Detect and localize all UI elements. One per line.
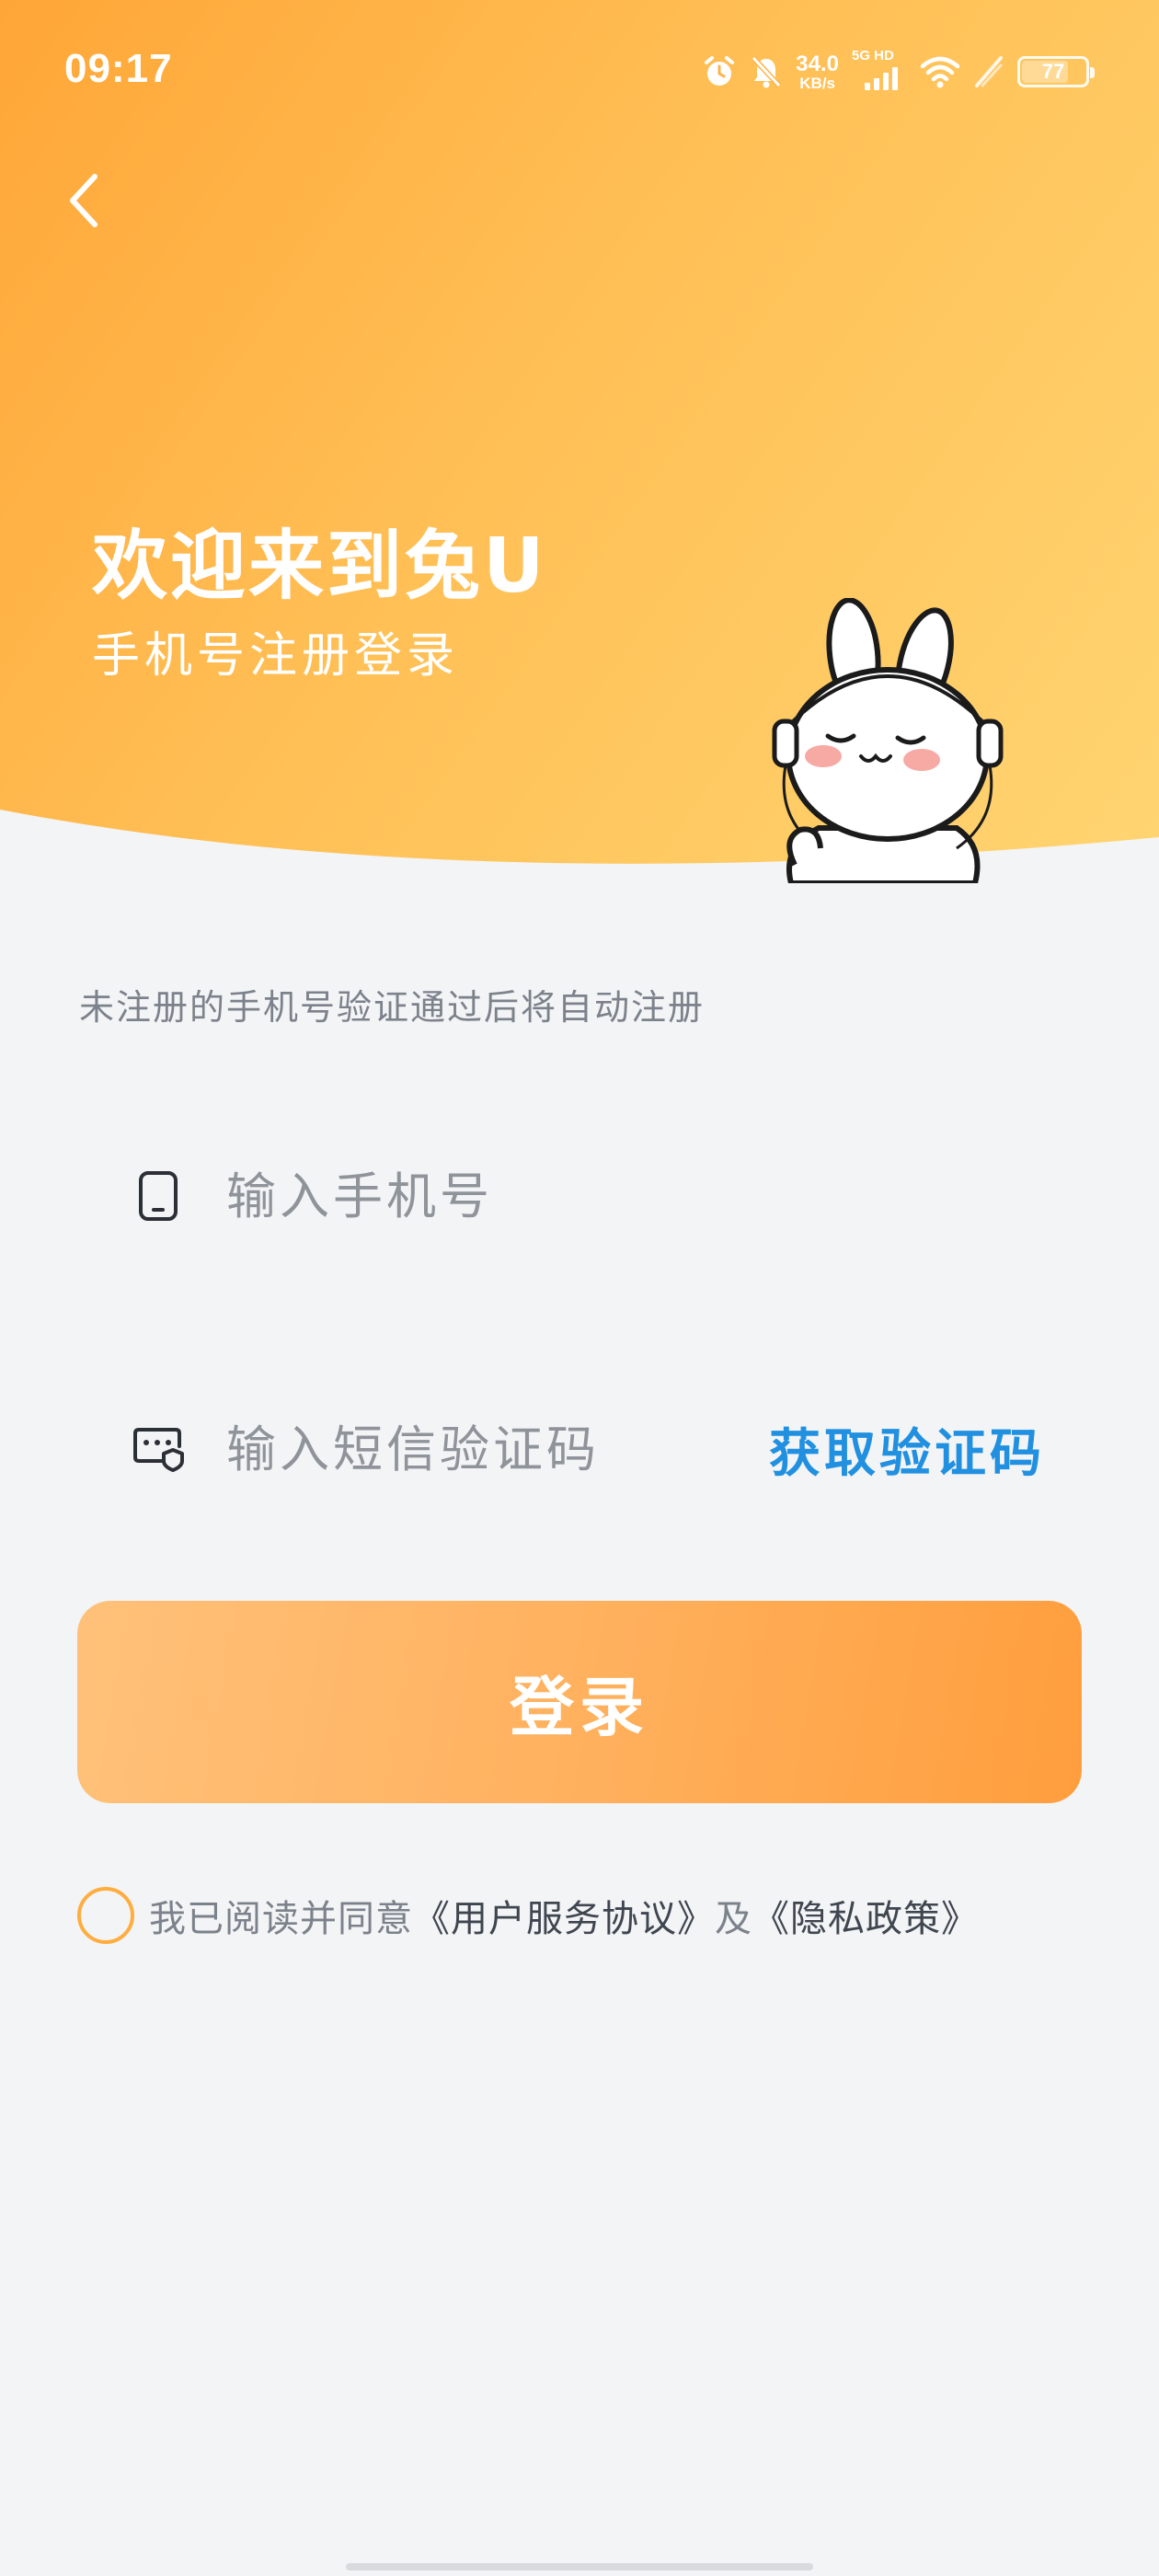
status-time: 09:17: [64, 46, 173, 91]
sms-code-input[interactable]: [226, 1408, 741, 1490]
status-icons: 34.0 KB/s 5G HD 77: [702, 48, 1095, 92]
sms-code-icon: [131, 1421, 186, 1477]
agree-checkbox[interactable]: [77, 1887, 134, 1944]
back-button[interactable]: [52, 164, 116, 237]
battery-tip: [1090, 67, 1095, 78]
chevron-left-icon: [70, 174, 98, 227]
phone-input[interactable]: [226, 1155, 741, 1237]
wifi-icon: [920, 56, 960, 88]
status-bar: 09:17 34.0 KB/s 5G HD 77: [0, 0, 1159, 138]
phone-field-row: [79, 1132, 1082, 1260]
get-code-button[interactable]: 获取验证码: [769, 1412, 1045, 1487]
code-field-row: 获取验证码: [79, 1385, 1082, 1513]
login-button[interactable]: 登录: [77, 1601, 1082, 1803]
auto-register-hint: 未注册的手机号验证通过后将自动注册: [79, 987, 706, 1028]
mute-bell-icon: [752, 55, 782, 88]
agreement-prefix: 我已阅读并同意: [149, 1898, 413, 1940]
charging-icon: [975, 56, 1003, 87]
agreement-conjunction: 及: [715, 1898, 752, 1940]
privacy-link[interactable]: 《隐私政策》: [752, 1889, 979, 1942]
signal-label: 5G HD: [852, 48, 894, 63]
signal-group: 5G HD: [852, 48, 907, 92]
net-speed-value: 34.0: [796, 51, 839, 76]
agreement-row: 我已阅读并同意 《用户服务协议》 及 《隐私政策》: [77, 1886, 979, 1945]
welcome-subtitle: 手机号注册登录: [92, 628, 460, 684]
net-speed-unit: KB/s: [799, 74, 835, 92]
phone-icon: [131, 1168, 186, 1224]
signal-icon: [865, 67, 898, 90]
welcome-title: 欢迎来到兔U: [92, 523, 547, 610]
net-speed: 34.0 KB/s: [796, 51, 839, 92]
rabbit-mascot-icon: [772, 598, 1004, 883]
battery-icon: 77: [1017, 56, 1095, 87]
battery-level: 77: [1041, 60, 1065, 83]
home-indicator[interactable]: [346, 2563, 813, 2570]
alarm-icon: [705, 56, 735, 86]
terms-link[interactable]: 《用户服务协议》: [413, 1889, 715, 1942]
